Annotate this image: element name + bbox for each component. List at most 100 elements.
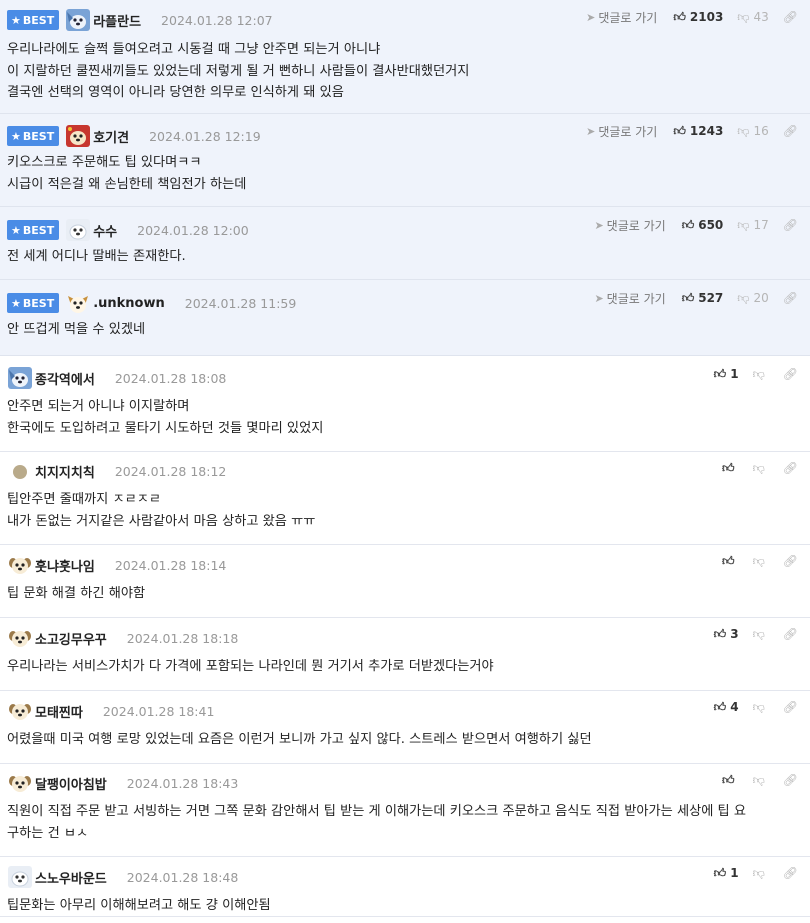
reply-label: 댓글로 가기	[606, 218, 666, 233]
downvote-button[interactable]: 👎︎	[753, 700, 769, 715]
upvote-button[interactable]: 👍︎ 1	[714, 866, 739, 881]
comment-header: 모태찐따 2024.01.28 18:41	[7, 699, 214, 723]
downvote-button[interactable]: 👎︎	[753, 773, 769, 788]
best-label: BEST	[22, 13, 55, 27]
comment-text-line: 직원이 직접 주문 받고 서빙하는 거면 그쪽 문화 감안해서 팁 받는 게 이…	[7, 804, 746, 819]
downvote-button[interactable]: 👎︎	[753, 461, 769, 476]
upvote-button[interactable]: 👍︎ 3	[714, 627, 739, 642]
dog-face-icon[interactable]	[7, 626, 33, 650]
go-to-reply-link[interactable]: ➤ 댓글로 가기	[586, 9, 657, 26]
author-nickname[interactable]: 훗냐훗나임	[35, 556, 95, 575]
go-to-reply-link[interactable]: ➤ 댓글로 가기	[586, 123, 657, 140]
upvote-count: 2103	[689, 10, 724, 24]
comment-actions: ➤ 댓글로 가기 👍︎ 527 👎︎ 20 🔗︎	[594, 288, 798, 308]
upvote-button[interactable]: 👍︎	[722, 554, 739, 569]
comment-header: 스노우바운드 2024.01.28 18:48	[7, 865, 238, 889]
dog-face-icon[interactable]	[7, 771, 33, 795]
comment-text-line: 시급이 적은걸 왜 손님한테 책임전가 하는데	[7, 176, 247, 192]
author-nickname[interactable]: 호기견	[93, 127, 129, 146]
white-puppy-icon[interactable]	[65, 218, 91, 242]
star-icon: ★	[11, 296, 21, 310]
link-icon[interactable]: 🔗︎	[783, 124, 798, 138]
upvote-button[interactable]: 👍︎ 527	[682, 291, 724, 306]
send-icon: ➤	[594, 218, 604, 232]
author-nickname[interactable]: 소고깅무우꾸	[35, 629, 107, 648]
comment-body: 직원이 직접 주문 받고 서빙하는 거면 그쪽 문화 감안해서 팁 받는 게 이…	[7, 801, 798, 844]
link-icon[interactable]: 🔗︎	[783, 627, 798, 641]
comment-list: ★ BEST 라플란드 2024.01.28 12:07 ➤ 댓글로 가기 👍︎ 2103 👎︎…	[0, 0, 810, 917]
author-nickname[interactable]: 라플란드	[93, 11, 141, 30]
brown-puppy-icon[interactable]	[65, 291, 91, 315]
thumbs-up-icon: 👍︎	[722, 553, 735, 568]
upvote-count: 1243	[689, 124, 724, 138]
thumbs-up-icon: 👍︎	[713, 626, 727, 641]
upvote-button[interactable]: 👍︎	[722, 461, 739, 476]
author-nickname[interactable]: 치지지치칙	[35, 462, 95, 481]
send-icon: ➤	[586, 10, 596, 24]
link-icon[interactable]: 🔗︎	[783, 554, 798, 568]
downvote-button[interactable]: 👎︎	[753, 554, 769, 569]
thumbs-down-icon: 👎︎	[737, 123, 750, 138]
comment-date: 2024.01.28 12:07	[161, 12, 273, 28]
comment-date: 2024.01.28 18:18	[126, 630, 239, 646]
link-icon[interactable]: 🔗︎	[783, 866, 798, 880]
upvote-count: 1	[730, 866, 739, 880]
author-nickname[interactable]: 달팽이아침밥	[35, 774, 107, 793]
best-label: BEST	[22, 223, 55, 237]
comment-actions: ➤ 댓글로 가기 👍︎ 1243 👎︎ 16 🔗︎	[586, 121, 798, 141]
comment: 스노우바운드 2024.01.28 18:48 👍︎ 1 👎︎ 🔗︎ 팁문화는 아무리 이해…	[0, 857, 810, 917]
link-icon[interactable]: 🔗︎	[783, 367, 798, 381]
downvote-button[interactable]: 👎︎	[753, 367, 769, 382]
downvote-button[interactable]: 👎︎	[753, 627, 769, 642]
best-badge: ★ BEST	[7, 10, 60, 30]
best-badge: ★ BEST	[7, 220, 60, 240]
comment-body: 키오스크로 주문해도 팁 있다며ㅋㅋ 시급이 적은걸 왜 손님한테 책임전가 하는…	[7, 152, 798, 195]
upvote-button[interactable]: 👍︎ 1243	[673, 124, 723, 139]
dog-face-icon[interactable]	[7, 699, 33, 723]
reply-label: 댓글로 가기	[598, 124, 658, 139]
go-to-reply-link[interactable]: ➤ 댓글로 가기	[594, 217, 665, 234]
link-icon[interactable]: 🔗︎	[783, 700, 798, 714]
link-icon[interactable]: 🔗︎	[783, 218, 798, 232]
link-icon[interactable]: 🔗︎	[783, 291, 798, 305]
downvote-button[interactable]: 👎︎ 20	[737, 291, 768, 306]
author-nickname[interactable]: 스노우바운드	[35, 868, 107, 887]
author-nickname[interactable]: 종각역에서	[35, 369, 95, 388]
white-puppy-icon[interactable]	[7, 865, 33, 889]
go-to-reply-link[interactable]: ➤ 댓글로 가기	[594, 290, 665, 307]
downvote-button[interactable]: 👎︎ 43	[737, 10, 768, 25]
link-icon[interactable]: 🔗︎	[783, 10, 798, 24]
comment-actions: 👍︎ 1 👎︎ 🔗︎	[714, 364, 798, 384]
gray-dot-icon[interactable]	[7, 459, 33, 483]
thumbs-down-icon: 👎︎	[752, 366, 765, 381]
comment-text-line: 결국엔 선택의 영역이 아니라 당연한 의무로 인식하게 돼 있음	[7, 85, 344, 100]
comment-header: 소고깅무우꾸 2024.01.28 18:18	[7, 626, 238, 650]
author-nickname[interactable]: 모태찐따	[35, 702, 83, 721]
upvote-count: 3	[730, 627, 739, 641]
comment-body: 팁 문화 해결 하긴 해야함	[7, 583, 798, 605]
downvote-button[interactable]: 👎︎ 17	[737, 218, 768, 233]
dog-face-icon[interactable]	[7, 553, 33, 577]
thumbs-down-icon: 👎︎	[737, 217, 750, 232]
comment-body: 전 세계 어디나 딸배는 존재한다.	[7, 246, 798, 268]
upvote-button[interactable]: 👍︎ 1	[714, 367, 739, 382]
thumbs-up-icon: 👍︎	[713, 366, 727, 381]
link-icon[interactable]: 🔗︎	[783, 773, 798, 787]
author-nickname[interactable]: 수수	[93, 221, 117, 240]
upvote-count: 4	[730, 700, 739, 714]
upvote-button[interactable]: 👍︎ 650	[682, 218, 724, 233]
upvote-button[interactable]: 👍︎ 4	[714, 700, 739, 715]
blue-puppy-icon[interactable]	[7, 366, 33, 390]
author-nickname[interactable]: .unknown	[93, 296, 165, 311]
downvote-button[interactable]: 👎︎ 16	[737, 124, 768, 139]
link-icon[interactable]: 🔗︎	[783, 461, 798, 475]
comment: 치지지치칙 2024.01.28 18:12 👍︎ 👎︎ 🔗︎ 팁안주면 줄때까지 ㅈㄹㅈ…	[0, 452, 810, 545]
comment-header: 달팽이아침밥 2024.01.28 18:43	[7, 771, 238, 795]
upvote-button[interactable]: 👍︎ 2103	[673, 10, 723, 25]
red-puppy-icon[interactable]	[65, 124, 91, 148]
comment-date: 2024.01.28 18:43	[126, 775, 239, 791]
thumbs-down-icon: 👎︎	[737, 290, 750, 305]
downvote-button[interactable]: 👎︎	[753, 866, 769, 881]
upvote-button[interactable]: 👍︎	[722, 773, 739, 788]
blue-puppy-icon[interactable]	[65, 8, 91, 32]
